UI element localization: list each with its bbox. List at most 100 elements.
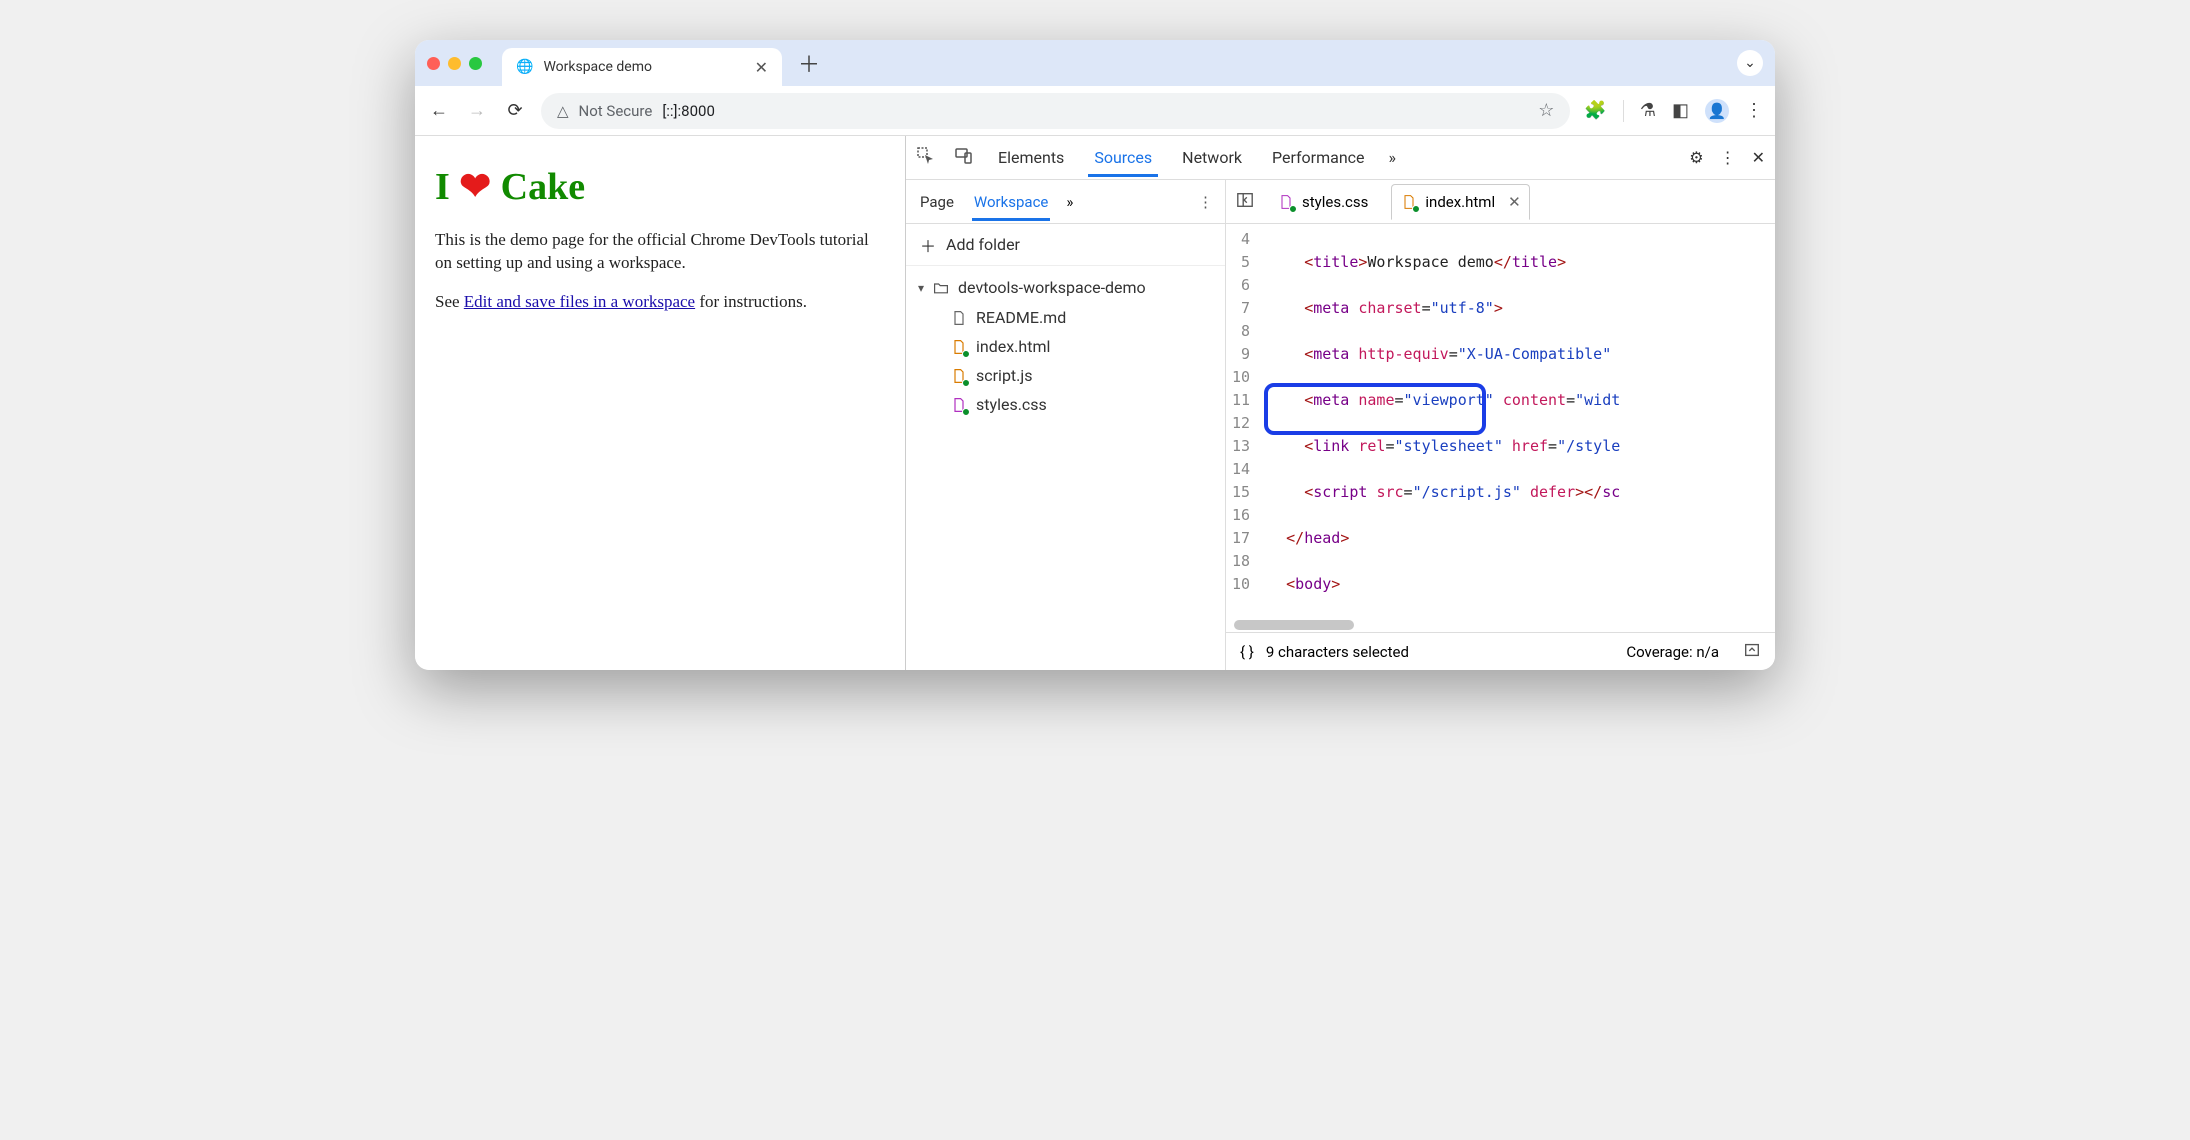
selection-status: 9 characters selected xyxy=(1266,643,1409,661)
extensions-icon[interactable]: 🧩 xyxy=(1584,100,1606,121)
globe-icon: 🌐 xyxy=(516,59,533,75)
code-line: </head> xyxy=(1268,527,1767,550)
code-line: <script src="/script.js" defer></sc xyxy=(1268,481,1767,504)
toolbar-icons: 🧩 ⚗ ◧ 👤 ⋮ xyxy=(1584,99,1763,123)
code-line: <meta charset="utf-8"> xyxy=(1268,297,1767,320)
back-button[interactable]: ← xyxy=(427,100,451,121)
profile-avatar[interactable]: 👤 xyxy=(1705,99,1729,123)
heart-icon: ❤ xyxy=(459,166,491,208)
line-number: 12 xyxy=(1232,412,1250,435)
plus-icon: ＋ xyxy=(920,233,936,257)
workspace-link[interactable]: Edit and save files in a workspace xyxy=(464,292,695,311)
editor-pane: styles.css index.html ✕ 4 5 6 7 8 xyxy=(1226,180,1775,670)
browser-window: 🌐 Workspace demo ✕ ＋ ⌄ ← → ⟳ △ Not Secur… xyxy=(415,40,1775,670)
css-file-icon xyxy=(1277,193,1295,211)
url-text: [::]:8000 xyxy=(662,102,715,120)
inspect-icon[interactable] xyxy=(916,146,936,170)
heading-text: Cake xyxy=(491,166,585,208)
browser-tab[interactable]: 🌐 Workspace demo ✕ xyxy=(502,48,782,86)
code-line: <h1>I ♥ Cake</h1> xyxy=(1268,619,1767,620)
heading-text: I xyxy=(435,166,459,208)
modified-dot-icon xyxy=(962,379,970,387)
kebab-icon[interactable]: ⋮ xyxy=(1720,148,1736,167)
line-number: 14 xyxy=(1232,458,1250,481)
code-line: <meta http-equiv="X-UA-Compatible" xyxy=(1268,343,1767,366)
close-tab-icon[interactable]: ✕ xyxy=(755,58,768,77)
window-controls xyxy=(427,57,482,70)
minimize-window-button[interactable] xyxy=(448,57,461,70)
settings-icon[interactable]: ⚙ xyxy=(1689,148,1703,167)
page-heading: I ❤ Cake xyxy=(435,164,885,209)
line-number: 6 xyxy=(1232,274,1250,297)
more-nav-icon[interactable]: » xyxy=(1066,193,1073,211)
nav-kebab-icon[interactable]: ⋮ xyxy=(1198,193,1213,211)
file-styles-css[interactable]: styles.css xyxy=(906,390,1225,419)
file-icon xyxy=(950,309,968,327)
maximize-window-button[interactable] xyxy=(469,57,482,70)
tab-network[interactable]: Network xyxy=(1176,138,1248,177)
file-readme[interactable]: README.md xyxy=(906,303,1225,332)
file-label: README.md xyxy=(976,308,1066,327)
drawer-icon[interactable] xyxy=(1743,641,1761,663)
editor-tab-label: styles.css xyxy=(1302,193,1368,211)
modified-dot-icon xyxy=(962,350,970,358)
sources-navigator: Page Workspace » ⋮ ＋ Add folder xyxy=(906,180,1226,670)
menu-icon[interactable]: ⋮ xyxy=(1745,100,1763,121)
tabs-expand-button[interactable]: ⌄ xyxy=(1737,50,1763,76)
close-editor-tab-icon[interactable]: ✕ xyxy=(1508,193,1521,211)
paragraph-text: See xyxy=(435,292,464,311)
more-tabs-icon[interactable]: » xyxy=(1389,148,1397,167)
add-folder-button[interactable]: ＋ Add folder xyxy=(906,224,1225,266)
devtools-body: Page Workspace » ⋮ ＋ Add folder xyxy=(906,180,1775,670)
panel-icon[interactable]: ◧ xyxy=(1672,100,1689,121)
editor-status-bar: { } 9 characters selected Coverage: n/a xyxy=(1226,632,1775,670)
editor-tab-index[interactable]: index.html ✕ xyxy=(1391,184,1529,220)
separator xyxy=(1623,100,1624,122)
code-editor[interactable]: 4 5 6 7 8 9 10 11 12 13 14 15 16 17 18 1… xyxy=(1226,224,1775,620)
bookmark-icon[interactable]: ☆ xyxy=(1538,100,1554,121)
js-file-icon xyxy=(950,367,968,385)
line-number: 7 xyxy=(1232,297,1250,320)
security-label: Not Secure xyxy=(579,102,653,120)
tab-sources[interactable]: Sources xyxy=(1088,138,1158,177)
line-number: 17 xyxy=(1232,527,1250,550)
devtools-panel: Elements Sources Network Performance » ⚙… xyxy=(905,136,1775,670)
address-bar[interactable]: △ Not Secure [::]:8000 ☆ xyxy=(541,93,1570,129)
browser-toolbar: ← → ⟳ △ Not Secure [::]:8000 ☆ 🧩 ⚗ ◧ 👤 ⋮ xyxy=(415,86,1775,136)
editor-tab-styles[interactable]: styles.css xyxy=(1268,184,1377,220)
nav-workspace[interactable]: Workspace xyxy=(972,183,1050,221)
reload-button[interactable]: ⟳ xyxy=(503,100,527,121)
file-script-js[interactable]: script.js xyxy=(906,361,1225,390)
code-line: <meta name="viewport" content="widt xyxy=(1268,389,1767,412)
toggle-navigator-icon[interactable] xyxy=(1236,191,1254,213)
close-devtools-icon[interactable]: ✕ xyxy=(1752,148,1765,167)
file-index-html[interactable]: index.html xyxy=(906,332,1225,361)
code-line: <body> xyxy=(1268,573,1767,596)
nav-page[interactable]: Page xyxy=(918,183,956,221)
rendered-page: I ❤ Cake This is the demo page for the o… xyxy=(415,136,905,670)
close-window-button[interactable] xyxy=(427,57,440,70)
tab-elements[interactable]: Elements xyxy=(992,138,1070,177)
file-label: index.html xyxy=(976,337,1050,356)
page-paragraph: This is the demo page for the official C… xyxy=(435,229,885,275)
html-file-icon xyxy=(950,338,968,356)
device-icon[interactable] xyxy=(954,146,974,170)
page-paragraph: See Edit and save files in a workspace f… xyxy=(435,291,885,314)
line-number: 10 xyxy=(1232,573,1250,596)
navigator-tabs: Page Workspace » ⋮ xyxy=(906,180,1225,224)
tab-performance[interactable]: Performance xyxy=(1266,138,1371,177)
format-icon[interactable]: { } xyxy=(1240,643,1254,661)
tab-strip: 🌐 Workspace demo ✕ ＋ ⌄ xyxy=(415,40,1775,86)
file-tree: devtools-workspace-demo README.md xyxy=(906,266,1225,425)
tree-folder[interactable]: devtools-workspace-demo README.md xyxy=(906,272,1225,419)
line-number: 16 xyxy=(1232,504,1250,527)
code-line: <title>Workspace demo</title> xyxy=(1268,251,1767,274)
labs-icon[interactable]: ⚗ xyxy=(1640,100,1656,121)
horizontal-scrollbar[interactable] xyxy=(1226,620,1775,632)
line-number: 15 xyxy=(1232,481,1250,504)
devtools-tabstrip: Elements Sources Network Performance » ⚙… xyxy=(906,136,1775,180)
line-number: 5 xyxy=(1232,251,1250,274)
not-secure-icon: △ xyxy=(557,102,569,120)
new-tab-button[interactable]: ＋ xyxy=(798,47,820,79)
forward-button[interactable]: → xyxy=(465,100,489,121)
